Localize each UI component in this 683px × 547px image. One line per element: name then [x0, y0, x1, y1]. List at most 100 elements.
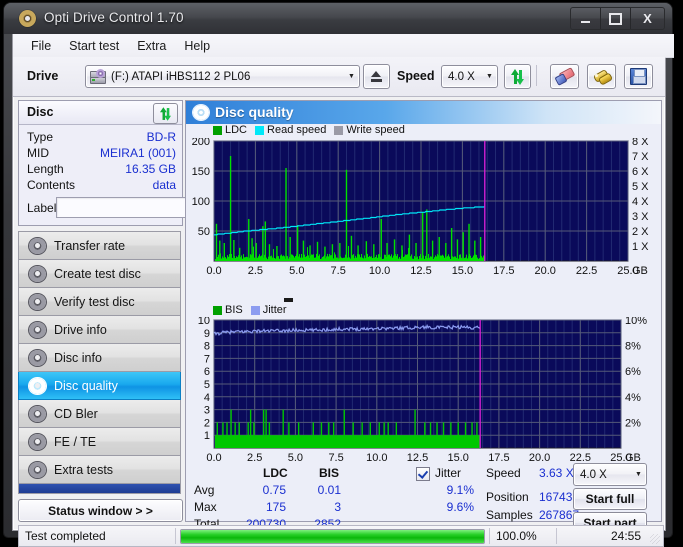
disc-panel-title: Disc: [27, 105, 54, 119]
sidebar-item-create-test-disc[interactable]: Create test disc: [18, 260, 181, 288]
svg-text:20.0: 20.0: [529, 452, 550, 464]
legend-label-jitter: Jitter: [262, 304, 287, 316]
disc-icon: [29, 377, 46, 394]
progress-bar-wrap: [176, 528, 489, 544]
disc-mid-label: MID: [27, 146, 49, 160]
disc-info-panel: Disc Type BD-R MID MEIRA1 (001) Length 1…: [18, 100, 261, 226]
eject-button[interactable]: [363, 64, 390, 89]
menu-extra[interactable]: Extra: [128, 37, 175, 55]
svg-text:8: 8: [204, 341, 210, 353]
wrench-icon: [592, 68, 613, 86]
disc-panel-header: Disc: [19, 101, 182, 125]
sidebar-item-extra-tests[interactable]: Extra tests: [18, 456, 181, 484]
svg-text:15.0: 15.0: [447, 452, 468, 464]
svg-text:150: 150: [192, 166, 210, 178]
menu-file[interactable]: File: [22, 37, 60, 55]
sidebar-item-cd-bler[interactable]: CD Bler: [18, 400, 181, 428]
nav-list: Transfer rate Create test disc Verify te…: [18, 231, 181, 494]
disc-contents-value: data: [152, 178, 176, 192]
minimize-button[interactable]: [571, 8, 601, 29]
disc-row-mid: MID MEIRA1 (001): [27, 145, 176, 161]
stats-avg-jitter: 9.1%: [446, 483, 474, 497]
start-full-button[interactable]: Start full: [573, 488, 647, 510]
resize-grip[interactable]: [650, 534, 660, 544]
stats-col-bis: BIS: [319, 466, 340, 480]
stats-max-ldc: 175: [265, 500, 286, 514]
disc-icon: [29, 293, 46, 310]
left-column: Disc Type BD-R MID MEIRA1 (001) Length 1…: [18, 100, 261, 522]
ldc-chart-canvas: 50 100 150 200 1 X 2 X 3 X 4 X 5 X 6 X 7 X 8 X 0.0 2.…: [192, 138, 650, 277]
svg-text:1: 1: [204, 430, 210, 442]
svg-text:4%: 4%: [625, 392, 641, 404]
erase-button[interactable]: [550, 64, 579, 89]
svg-text:7.5: 7.5: [328, 452, 343, 464]
drive-select-value: (F:) ATAPI iHBS112 2 PL06: [111, 70, 251, 83]
svg-text:6 X: 6 X: [632, 166, 649, 178]
refresh-icon: [509, 68, 526, 85]
sidebar-item-drive-info[interactable]: Drive info: [18, 316, 181, 344]
tools-button[interactable]: [587, 64, 616, 89]
disc-panel-body: Type BD-R MID MEIRA1 (001) Length 16.35 …: [19, 125, 261, 225]
svg-text:7 X: 7 X: [632, 151, 649, 163]
speed-select[interactable]: 4.0 X ▼: [441, 65, 498, 88]
svg-text:5.0: 5.0: [288, 452, 303, 464]
sidebar-item-disc-quality[interactable]: Disc quality: [18, 372, 181, 400]
svg-text:50: 50: [198, 226, 210, 238]
maximize-button[interactable]: [601, 8, 631, 29]
sidebar-item-transfer-rate[interactable]: Transfer rate: [18, 231, 181, 260]
test-speed-select[interactable]: 4.0 X ▼: [573, 463, 647, 486]
jitter-checkbox[interactable]: [416, 467, 430, 481]
sidebar-item-disc-info[interactable]: Disc info: [18, 344, 181, 372]
svg-text:17.5: 17.5: [493, 265, 514, 277]
status-window-button[interactable]: Status window > >: [18, 499, 183, 522]
svg-text:2%: 2%: [625, 417, 641, 429]
save-button[interactable]: [624, 64, 653, 89]
svg-text:12.5: 12.5: [407, 452, 428, 464]
ldc-chart-legend: LDC Read speed Write speed: [213, 124, 405, 136]
disc-label-label: Label: [27, 200, 57, 215]
test-speed-value: 4.0 X: [580, 468, 607, 481]
disc-row-label: Label: [27, 196, 261, 219]
drive-select[interactable]: (F:) ATAPI iHBS112 2 PL06 ▼: [85, 65, 360, 88]
legend-swatch-jitter: [250, 305, 260, 315]
app-window: Opti Drive Control 1.70 X File Start tes…: [0, 0, 683, 547]
sidebar-label: CD Bler: [54, 406, 98, 421]
menu-bar: File Start test Extra Help: [13, 34, 674, 58]
elapsed-time: 24:55: [610, 529, 641, 543]
disc-type-label: Type: [27, 130, 54, 144]
svg-text:10.0: 10.0: [366, 452, 387, 464]
disc-icon: [29, 321, 46, 338]
legend-swatch-ldc: [213, 125, 222, 135]
sidebar-item-verify-test-disc[interactable]: Verify test disc: [18, 288, 181, 316]
svg-text:8 X: 8 X: [632, 138, 649, 148]
svg-text:2: 2: [204, 417, 210, 429]
legend-label-ldc: LDC: [225, 124, 248, 136]
disc-icon: [29, 265, 46, 282]
page-title: Disc quality: [215, 104, 294, 120]
menu-start-test[interactable]: Start test: [60, 37, 128, 55]
eject-icon: [370, 71, 383, 82]
svg-text:GB: GB: [632, 265, 648, 277]
svg-text:20.0: 20.0: [534, 265, 555, 277]
refresh-button[interactable]: [504, 64, 531, 89]
close-button[interactable]: X: [631, 8, 664, 29]
svg-text:100: 100: [192, 196, 210, 208]
disc-refresh-button[interactable]: [153, 103, 178, 124]
svg-text:4 X: 4 X: [632, 196, 649, 208]
stats-area: LDC BIS Jitter Avg 0.75 0.01 9.1% Max 17…: [186, 463, 661, 534]
svg-text:5 X: 5 X: [632, 181, 649, 193]
stats-col-jitter: Jitter: [435, 466, 462, 480]
svg-text:0.0: 0.0: [206, 452, 221, 464]
sidebar-item-fe-te[interactable]: FE / TE: [18, 428, 181, 456]
svg-text:3 X: 3 X: [632, 211, 649, 223]
svg-text:7.5: 7.5: [331, 265, 346, 277]
sidebar-label: Transfer rate: [54, 238, 126, 253]
speed-select-value: 4.0 X: [448, 70, 475, 83]
stats-avg-ldc: 0.75: [262, 483, 286, 497]
disc-row-length: Length 16.35 GB: [27, 161, 176, 177]
bis-chart-canvas: 12345678910 2% 4% 6% 8% 10% 0.0 2.5 5.0 7.5 10.0 12…: [198, 317, 647, 464]
panel-header: Disc quality: [186, 101, 661, 125]
menu-help[interactable]: Help: [175, 37, 219, 55]
chart-range-marker[interactable]: [284, 298, 293, 302]
speed-label: Speed: [397, 69, 435, 83]
